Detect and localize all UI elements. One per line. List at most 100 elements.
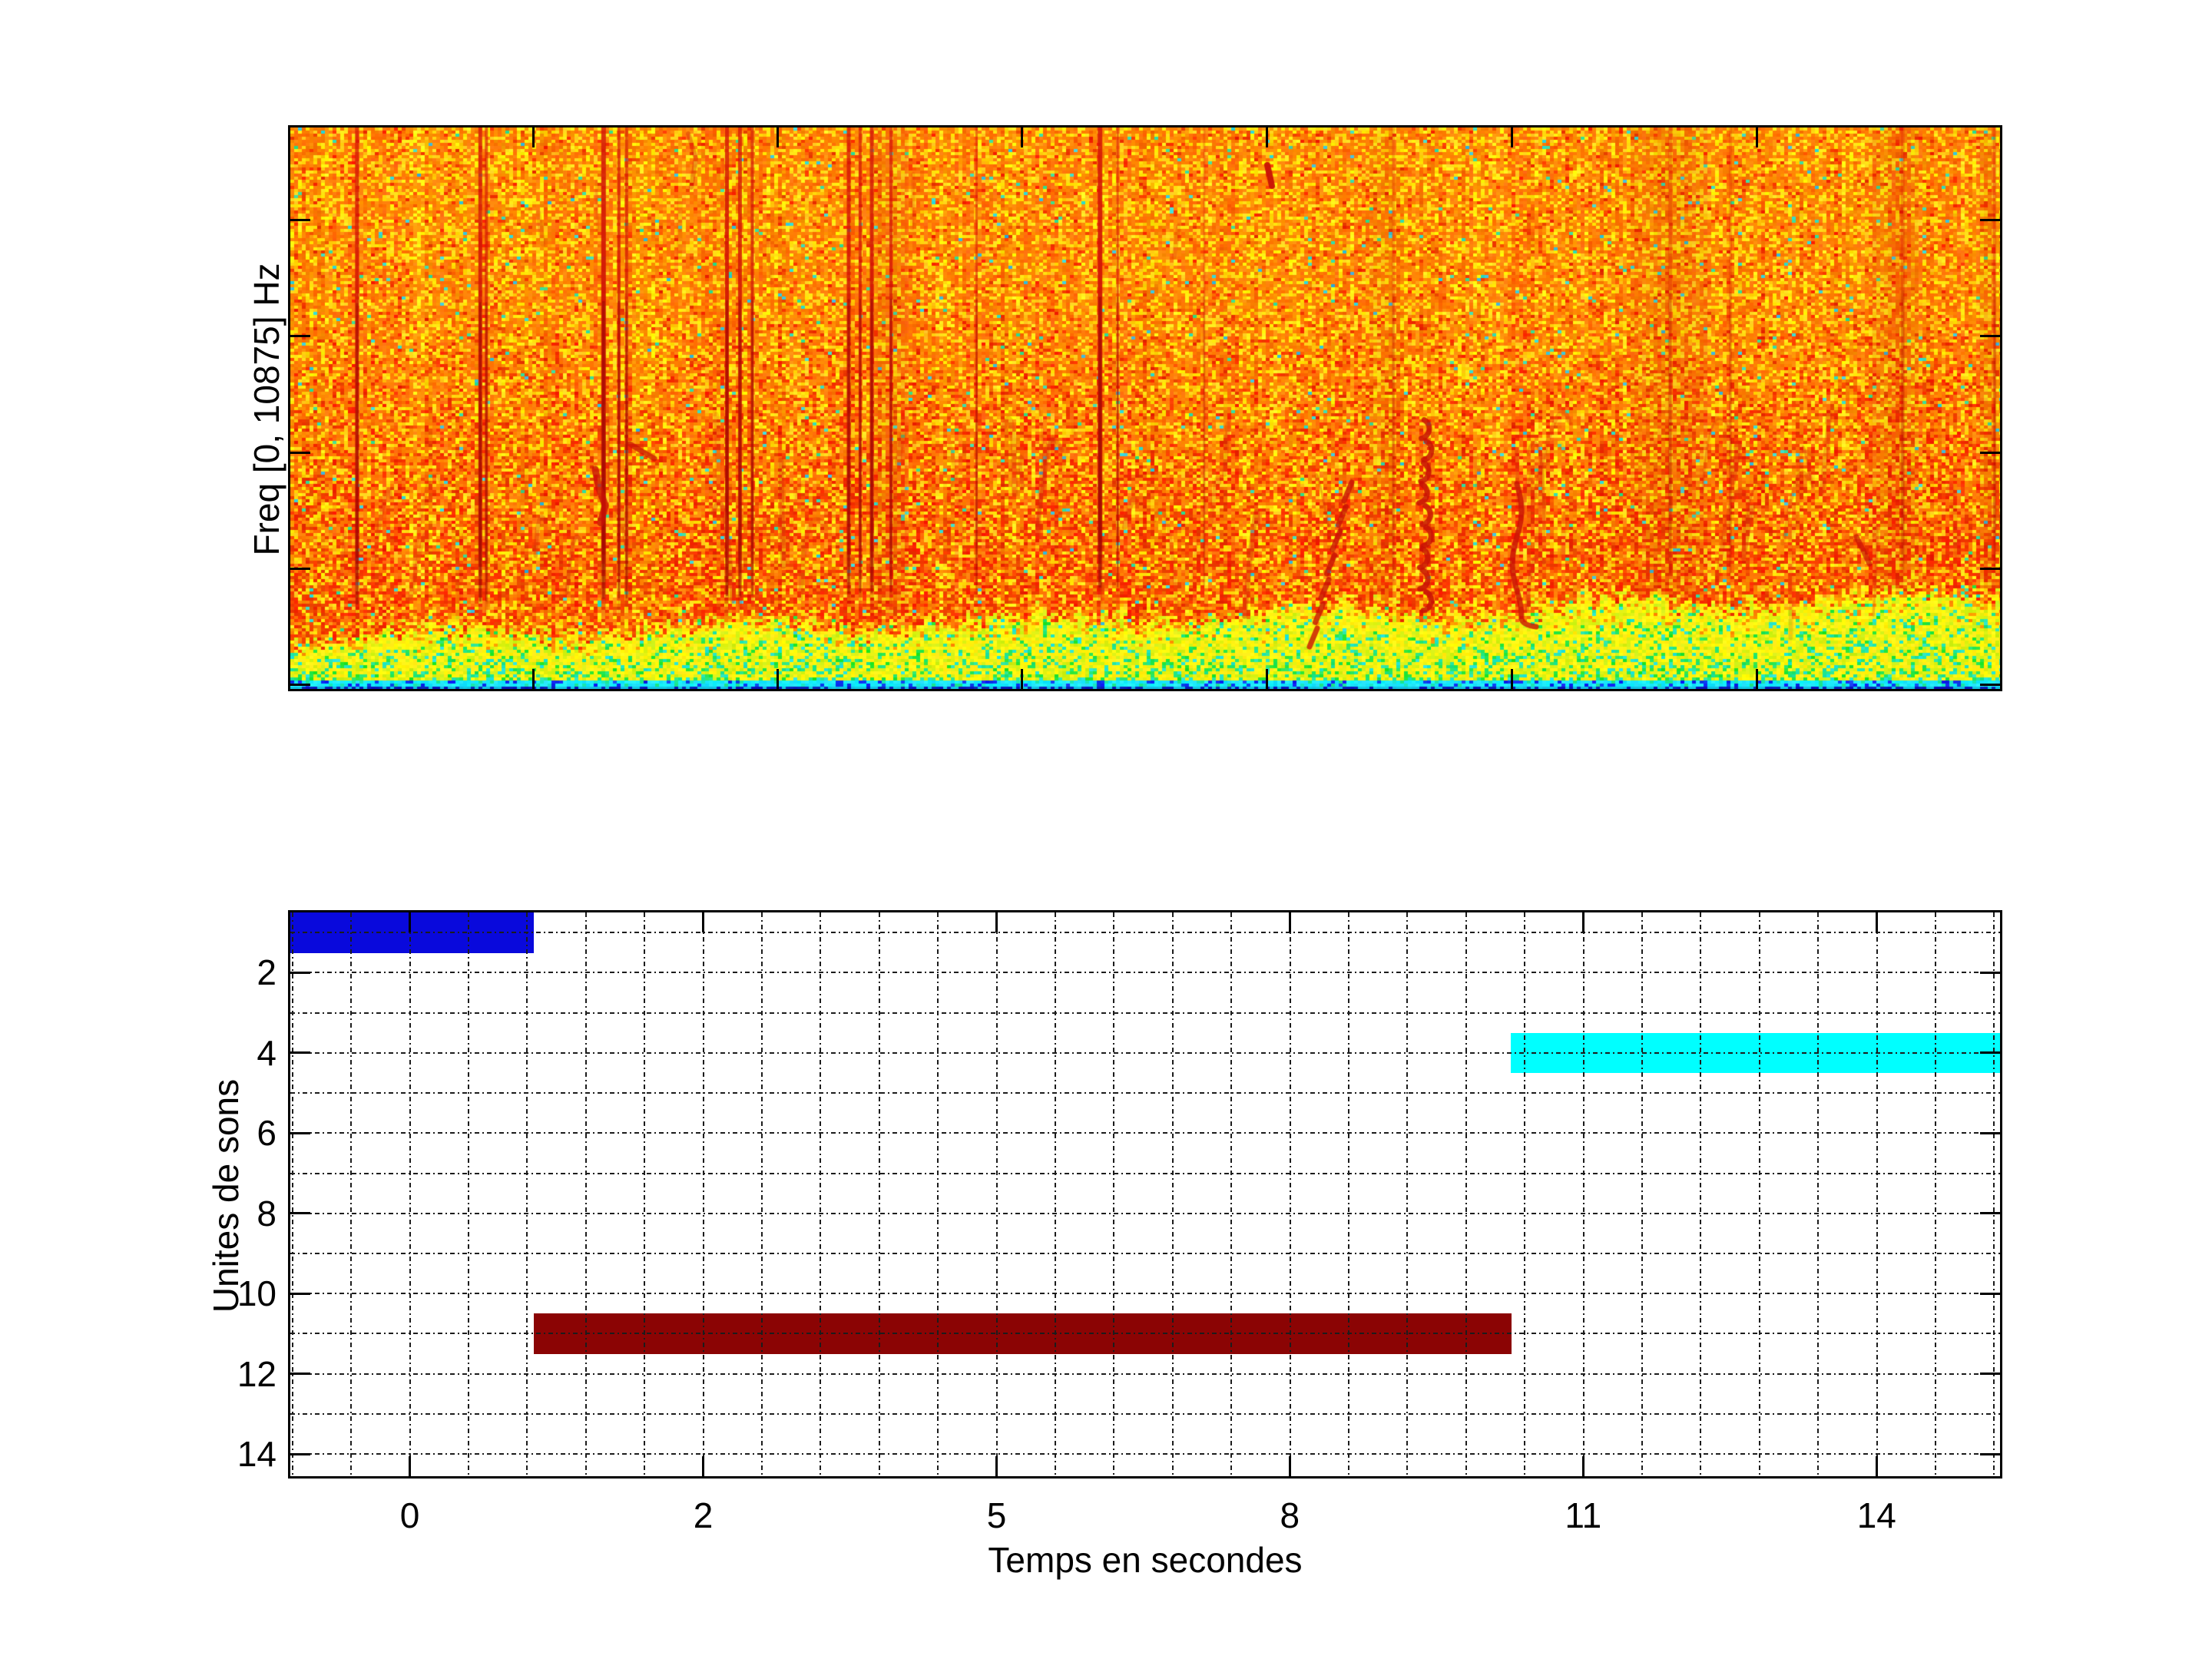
gantt-xtick-top bbox=[1876, 912, 1878, 932]
gantt-ytick-label: 14 bbox=[207, 1434, 276, 1474]
gantt-ytick-right bbox=[1980, 972, 2000, 974]
y-gridline bbox=[290, 1293, 2000, 1294]
gantt-xtick-bottom bbox=[1876, 1456, 1878, 1476]
gantt-xtick-label: 0 bbox=[356, 1495, 464, 1535]
gantt-xlabel: Temps en secondes bbox=[915, 1540, 1376, 1580]
gantt-xtick-top bbox=[409, 912, 411, 932]
y-gridline bbox=[290, 1092, 2000, 1094]
gantt-xtick-bottom bbox=[409, 1456, 411, 1476]
x-gridline bbox=[292, 912, 293, 1476]
spec-xtick-top bbox=[1756, 127, 1758, 147]
gantt-ytick-right bbox=[1980, 1373, 2000, 1375]
x-gridline bbox=[1759, 912, 1760, 1476]
y-gridline bbox=[290, 1173, 2000, 1174]
y-gridline bbox=[290, 1413, 2000, 1415]
gantt-xtick-label: 14 bbox=[1823, 1495, 1930, 1535]
y-gridline bbox=[290, 1052, 2000, 1054]
y-gridline bbox=[290, 1253, 2000, 1254]
gantt-ytick-left bbox=[290, 1212, 310, 1214]
x-gridline bbox=[1935, 912, 1936, 1476]
x-gridline bbox=[1290, 912, 1291, 1476]
gantt-xtick-top bbox=[995, 912, 998, 932]
y-gridline bbox=[290, 972, 2000, 973]
y-gridline bbox=[290, 1132, 2000, 1134]
gantt-xtick-label: 11 bbox=[1529, 1495, 1637, 1535]
x-gridline bbox=[1817, 912, 1819, 1476]
x-gridline bbox=[526, 912, 528, 1476]
spec-xtick-bottom bbox=[777, 669, 779, 689]
x-gridline bbox=[468, 912, 469, 1476]
gantt-ytick-left bbox=[290, 1132, 310, 1134]
gantt-ytick-right bbox=[1980, 1453, 2000, 1455]
y-gridline bbox=[290, 1453, 2000, 1455]
x-gridline bbox=[1700, 912, 1701, 1476]
x-gridline bbox=[1055, 912, 1056, 1476]
gantt-xtick-bottom bbox=[702, 1456, 704, 1476]
gantt-ytick-left bbox=[290, 1453, 310, 1455]
x-gridline bbox=[1406, 912, 1408, 1476]
spec-xtick-top bbox=[532, 127, 535, 147]
x-gridline bbox=[1113, 912, 1114, 1476]
gantt-xtick-top bbox=[702, 912, 704, 932]
gantt-xtick-top bbox=[1582, 912, 1584, 932]
spec-ytick-left bbox=[290, 335, 310, 337]
spectrogram-canvas bbox=[290, 127, 2000, 689]
spec-ytick-left bbox=[290, 684, 310, 686]
spectrogram-ylabel: Freq [0, 10875] Hz bbox=[247, 179, 286, 640]
gantt-xtick-label: 5 bbox=[943, 1495, 1051, 1535]
x-gridline bbox=[1876, 912, 1878, 1476]
gantt-ytick-left bbox=[290, 1293, 310, 1295]
spec-ytick-left bbox=[290, 452, 310, 454]
spec-xtick-bottom bbox=[1756, 669, 1758, 689]
spec-xtick-bottom bbox=[1021, 669, 1023, 689]
y-gridline bbox=[290, 932, 2000, 933]
gantt-xtick-bottom bbox=[1582, 1456, 1584, 1476]
x-gridline bbox=[879, 912, 880, 1476]
spec-xtick-bottom bbox=[532, 669, 535, 689]
x-gridline bbox=[350, 912, 352, 1476]
gantt-xtick-bottom bbox=[1289, 1456, 1291, 1476]
x-gridline bbox=[644, 912, 645, 1476]
y-gridline bbox=[290, 1333, 2000, 1334]
x-gridline bbox=[585, 912, 587, 1476]
gantt-ytick-right bbox=[1980, 1051, 2000, 1054]
gantt-xtick-top bbox=[1289, 912, 1291, 932]
spec-xtick-top bbox=[1021, 127, 1023, 147]
x-gridline bbox=[1348, 912, 1349, 1476]
y-gridline bbox=[290, 1213, 2000, 1214]
gantt-xtick-label: 8 bbox=[1236, 1495, 1343, 1535]
gantt-ylabel: Unites de sons bbox=[207, 965, 245, 1426]
x-gridline bbox=[703, 912, 704, 1476]
x-gridline bbox=[1993, 912, 1995, 1476]
spectrogram-plot bbox=[288, 125, 2002, 691]
x-gridline bbox=[1172, 912, 1174, 1476]
gantt-ytick-left bbox=[290, 1373, 310, 1375]
x-gridline bbox=[409, 912, 411, 1476]
spec-ytick-left bbox=[290, 568, 310, 570]
x-gridline bbox=[1465, 912, 1467, 1476]
gantt-ytick-left bbox=[290, 972, 310, 974]
gantt-ytick-right bbox=[1980, 1293, 2000, 1295]
x-gridline bbox=[937, 912, 939, 1476]
gantt-ytick-right bbox=[1980, 1132, 2000, 1134]
y-gridline bbox=[290, 1012, 2000, 1014]
spec-ytick-right bbox=[1980, 335, 2000, 337]
x-gridline bbox=[1230, 912, 1232, 1476]
spec-ytick-right bbox=[1980, 219, 2000, 221]
spec-ytick-right bbox=[1980, 684, 2000, 686]
spec-ytick-right bbox=[1980, 568, 2000, 570]
gantt-xtick-label: 2 bbox=[650, 1495, 757, 1535]
x-gridline bbox=[1641, 912, 1643, 1476]
gantt-ytick-left bbox=[290, 1051, 310, 1054]
spec-xtick-top bbox=[777, 127, 779, 147]
x-gridline bbox=[1524, 912, 1525, 1476]
gantt-xtick-bottom bbox=[995, 1456, 998, 1476]
spec-xtick-top bbox=[1511, 127, 1513, 147]
x-gridline bbox=[1583, 912, 1584, 1476]
spec-xtick-top bbox=[1266, 127, 1268, 147]
spec-xtick-bottom bbox=[1511, 669, 1513, 689]
y-gridline bbox=[290, 1373, 2000, 1375]
x-gridline bbox=[761, 912, 763, 1476]
spec-xtick-bottom bbox=[1266, 669, 1268, 689]
x-gridline bbox=[996, 912, 998, 1476]
